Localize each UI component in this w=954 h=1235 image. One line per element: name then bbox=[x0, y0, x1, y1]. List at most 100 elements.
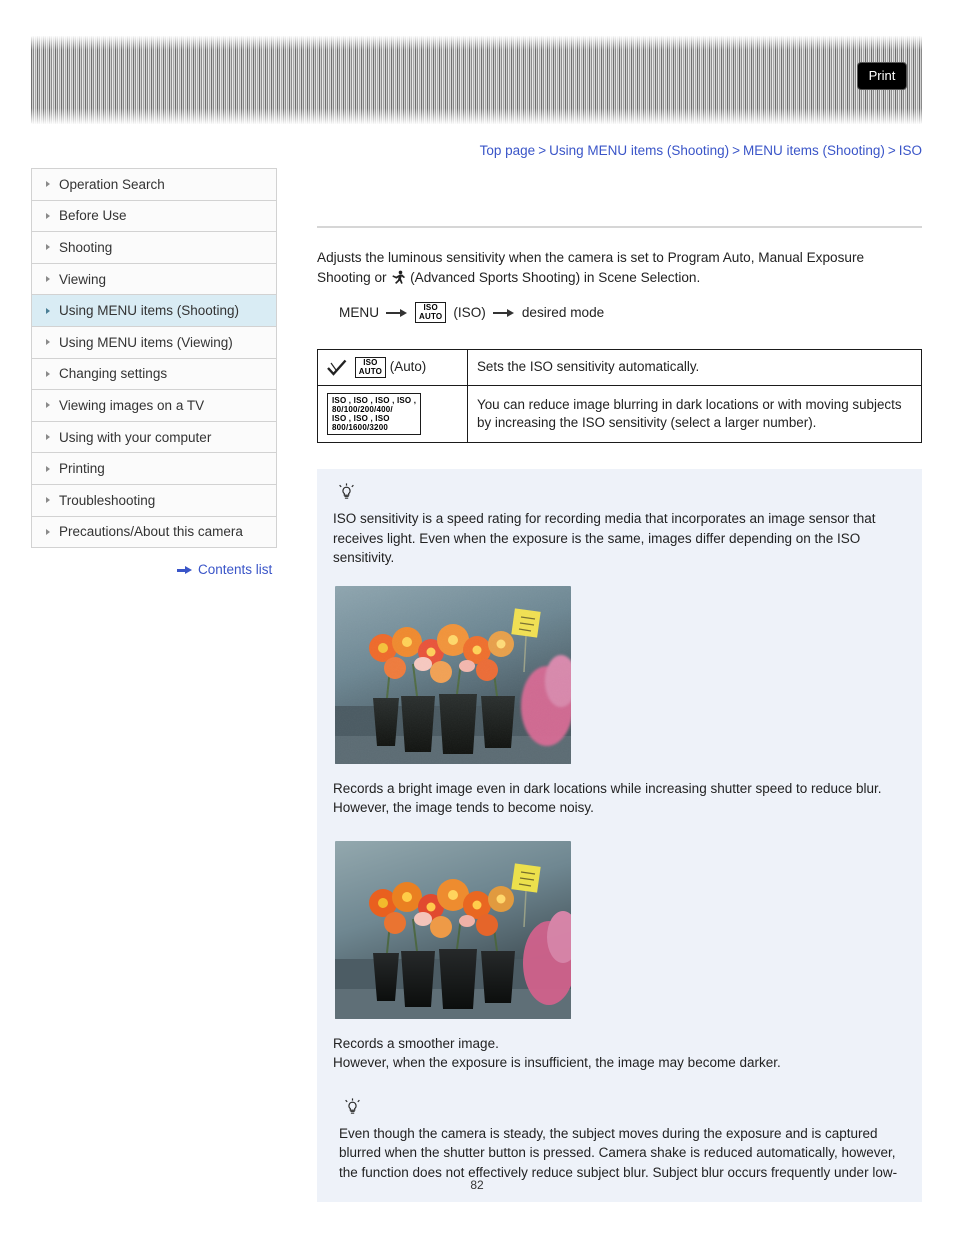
sample-photo-high-iso bbox=[335, 585, 571, 764]
sidebar-item-printing[interactable]: Printing bbox=[32, 453, 276, 485]
iso-values-line-1: ISO , ISO , ISO , ISO , bbox=[332, 396, 417, 405]
sidebar-item-label: Shooting bbox=[59, 239, 113, 255]
breadcrumb-separator: > bbox=[538, 143, 547, 158]
iso-values-line-4: 800/1600/3200 bbox=[332, 423, 388, 432]
breadcrumb-item-menu-items-shooting[interactable]: MENU items (Shooting) bbox=[743, 143, 885, 158]
contents-list-link[interactable]: Contents list bbox=[177, 562, 272, 577]
chevron-right-icon bbox=[46, 276, 50, 283]
intro-line-2-before: Shooting or bbox=[317, 269, 387, 285]
chevron-right-icon bbox=[46, 244, 50, 251]
sidebar-item-label: Viewing bbox=[59, 271, 107, 287]
sidebar-item-label: Precautions/About this camera bbox=[59, 524, 243, 540]
tip-line-3: sensitivity. bbox=[333, 550, 395, 565]
iso-auto-icon: ISO AUTO bbox=[415, 302, 447, 323]
chevron-right-icon bbox=[46, 212, 50, 219]
iso-auto-cell: ISO AUTO (Auto) bbox=[317, 349, 468, 386]
sidebar-item-troubleshooting[interactable]: Troubleshooting bbox=[32, 484, 276, 517]
intro-line-2: Shooting or (Advanced Sports Shooting) i… bbox=[317, 268, 922, 288]
menu-label: MENU bbox=[339, 305, 380, 320]
sidebar-item-viewing[interactable]: Viewing bbox=[32, 263, 276, 296]
iso-values-icon: ISO , ISO , ISO , ISO , 80/100/200/400/ … bbox=[327, 393, 422, 435]
chevron-right-icon bbox=[46, 307, 50, 314]
tip-line-1: ISO sensitivity is a speed rating for re… bbox=[333, 511, 876, 526]
photo-1-caption-line-1: Records a bright image even in dark loca… bbox=[333, 780, 882, 796]
sample-photo-low-iso bbox=[335, 840, 571, 1019]
inner-tip: Even though the camera is steady, the su… bbox=[339, 1097, 906, 1183]
chevron-right-icon bbox=[46, 339, 50, 346]
inner-tip-line-1: Even though the camera is steady, the su… bbox=[339, 1125, 878, 1141]
sidebar-item-precautions-about-this-camera[interactable]: Precautions/About this camera bbox=[32, 516, 276, 549]
sidebar-item-label: Printing bbox=[59, 461, 105, 477]
advanced-sports-shooting-icon bbox=[390, 270, 406, 284]
sidebar-item-label: Using MENU items (Viewing) bbox=[59, 334, 233, 350]
sidebar-item-operation-search[interactable]: Operation Search bbox=[32, 169, 276, 201]
lightbulb-icon bbox=[338, 483, 355, 502]
tip-box: ISO sensitivity is a speed rating for re… bbox=[317, 469, 922, 1202]
breadcrumb-item-top-page[interactable]: Top page bbox=[480, 143, 536, 158]
iso-auto-icon: ISO AUTO bbox=[354, 357, 387, 378]
print-button[interactable]: Print bbox=[857, 62, 907, 90]
chevron-right-icon bbox=[46, 465, 50, 472]
photo-2-caption-line-2: However, when the exposure is insufficie… bbox=[333, 1054, 781, 1070]
intro-line-1: Adjusts the luminous sensitivity when th… bbox=[317, 250, 865, 265]
banner-fade-top bbox=[31, 36, 922, 50]
sidebar-item-label: Operation Search bbox=[59, 176, 165, 192]
sidebar-item-using-menu-items-viewing[interactable]: Using MENU items (Viewing) bbox=[32, 326, 276, 359]
sidebar-item-label: Using MENU items (Shooting) bbox=[59, 303, 240, 319]
tip-paragraph: ISO sensitivity is a speed rating for re… bbox=[333, 509, 906, 568]
page-number: 82 bbox=[470, 1178, 484, 1192]
table-row: ISO , ISO , ISO , ISO , 80/100/200/400/ … bbox=[317, 385, 922, 443]
chevron-right-icon bbox=[46, 402, 50, 409]
checkmark-icon bbox=[327, 359, 347, 377]
sidebar-item-label: Changing settings bbox=[59, 366, 168, 382]
iso-values-description-line-2: by increasing the ISO sensitivity (selec… bbox=[477, 415, 817, 430]
arrow-right-icon bbox=[177, 565, 193, 575]
chevron-right-icon bbox=[46, 497, 50, 504]
sidebar-item-label: Troubleshooting bbox=[59, 492, 156, 508]
sidebar: Operation Search Before Use Shooting Vie… bbox=[31, 168, 277, 549]
iso-settings-table: ISO AUTO (Auto) Sets the ISO sensitivity… bbox=[317, 349, 922, 443]
tip-line-2: receives light. Even when the exposure i… bbox=[333, 530, 861, 546]
iso-values-cell: ISO , ISO , ISO , ISO , 80/100/200/400/ … bbox=[317, 385, 468, 443]
sidebar-item-shooting[interactable]: Shooting bbox=[32, 232, 276, 264]
iso-icon-bottom: AUTO bbox=[419, 311, 443, 321]
iso-values-description-line-1: You can reduce image blurring in dark lo… bbox=[477, 396, 902, 412]
header-banner: Print bbox=[31, 36, 922, 124]
sidebar-item-label: Viewing images on a TV bbox=[59, 397, 205, 413]
sidebar-item-using-menu-items-shooting[interactable]: Using MENU items (Shooting) bbox=[32, 295, 276, 327]
photo-2-caption-line-1: Records a smoother image. bbox=[333, 1035, 499, 1051]
iso-values-line-3: ISO , ISO , ISO bbox=[332, 414, 390, 423]
sidebar-item-before-use[interactable]: Before Use bbox=[32, 200, 276, 233]
breadcrumb-item-iso: ISO bbox=[898, 143, 922, 158]
iso-auto-description: Sets the ISO sensitivity automatically. bbox=[467, 349, 922, 386]
sidebar-item-changing-settings[interactable]: Changing settings bbox=[32, 358, 276, 391]
main-content: Adjusts the luminous sensitivity when th… bbox=[317, 168, 922, 1202]
arrow-right-icon bbox=[386, 308, 408, 317]
intro-line-2-after: (Advanced Sports Shooting) in Scene Sele… bbox=[410, 269, 701, 285]
breadcrumb: Top page > Using MENU items (Shooting) > MEN… bbox=[480, 143, 922, 158]
chevron-right-icon bbox=[46, 528, 50, 535]
menu-path: MENU ISO AUTO (ISO) desired mode bbox=[339, 302, 922, 323]
chevron-right-icon bbox=[46, 434, 50, 441]
iso-auto-label: (Auto) bbox=[389, 359, 427, 375]
iso-paren-label: (ISO) bbox=[453, 305, 486, 320]
photo-2-caption: Records a smoother image. However, when … bbox=[333, 1034, 906, 1072]
iso-icon-bottom: AUTO bbox=[358, 366, 383, 376]
arrow-right-icon bbox=[492, 308, 515, 317]
breadcrumb-separator: > bbox=[732, 143, 741, 158]
inner-tip-line-2: blurred when the shutter button is press… bbox=[339, 1145, 896, 1160]
iso-values-line-2: 80/100/200/400/ bbox=[332, 405, 393, 414]
sidebar-item-label: Before Use bbox=[59, 208, 127, 224]
chevron-right-icon bbox=[46, 370, 50, 377]
desired-mode-label: desired mode bbox=[521, 305, 605, 320]
sidebar-item-label: Using with your computer bbox=[59, 429, 212, 445]
table-row: ISO AUTO (Auto) Sets the ISO sensitivity… bbox=[317, 349, 922, 386]
sidebar-item-viewing-images-on-a-tv[interactable]: Viewing images on a TV bbox=[32, 390, 276, 422]
iso-values-description: You can reduce image blurring in dark lo… bbox=[467, 385, 922, 443]
contents-list-label: Contents list bbox=[198, 562, 273, 577]
breadcrumb-separator: > bbox=[887, 143, 896, 158]
sidebar-item-using-with-your-computer[interactable]: Using with your computer bbox=[32, 421, 276, 454]
breadcrumb-item-using-menu-items-shooting[interactable]: Using MENU items (Shooting) bbox=[549, 143, 729, 158]
inner-tip-paragraph: Even though the camera is steady, the su… bbox=[339, 1124, 906, 1183]
photo-1-caption-line-2: However, the image tends to become noisy… bbox=[333, 799, 594, 815]
